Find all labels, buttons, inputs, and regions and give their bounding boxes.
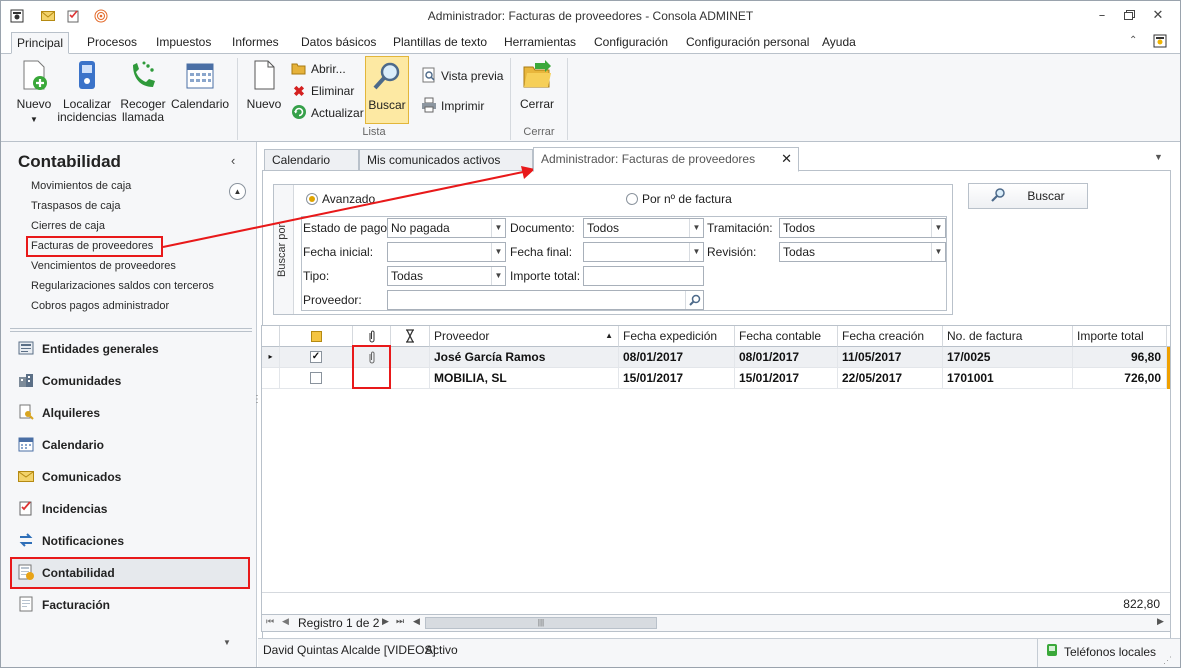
tab-principal[interactable]: Principal bbox=[11, 32, 70, 54]
annotation-arrow bbox=[162, 166, 535, 248]
doc-tab-facturas[interactable]: Administrador: Facturas de proveedores ✕ bbox=[533, 147, 799, 172]
app-window: Administrador: Facturas de proveedores -… bbox=[0, 0, 1181, 668]
close-tab-icon[interactable]: ✕ bbox=[781, 148, 792, 171]
